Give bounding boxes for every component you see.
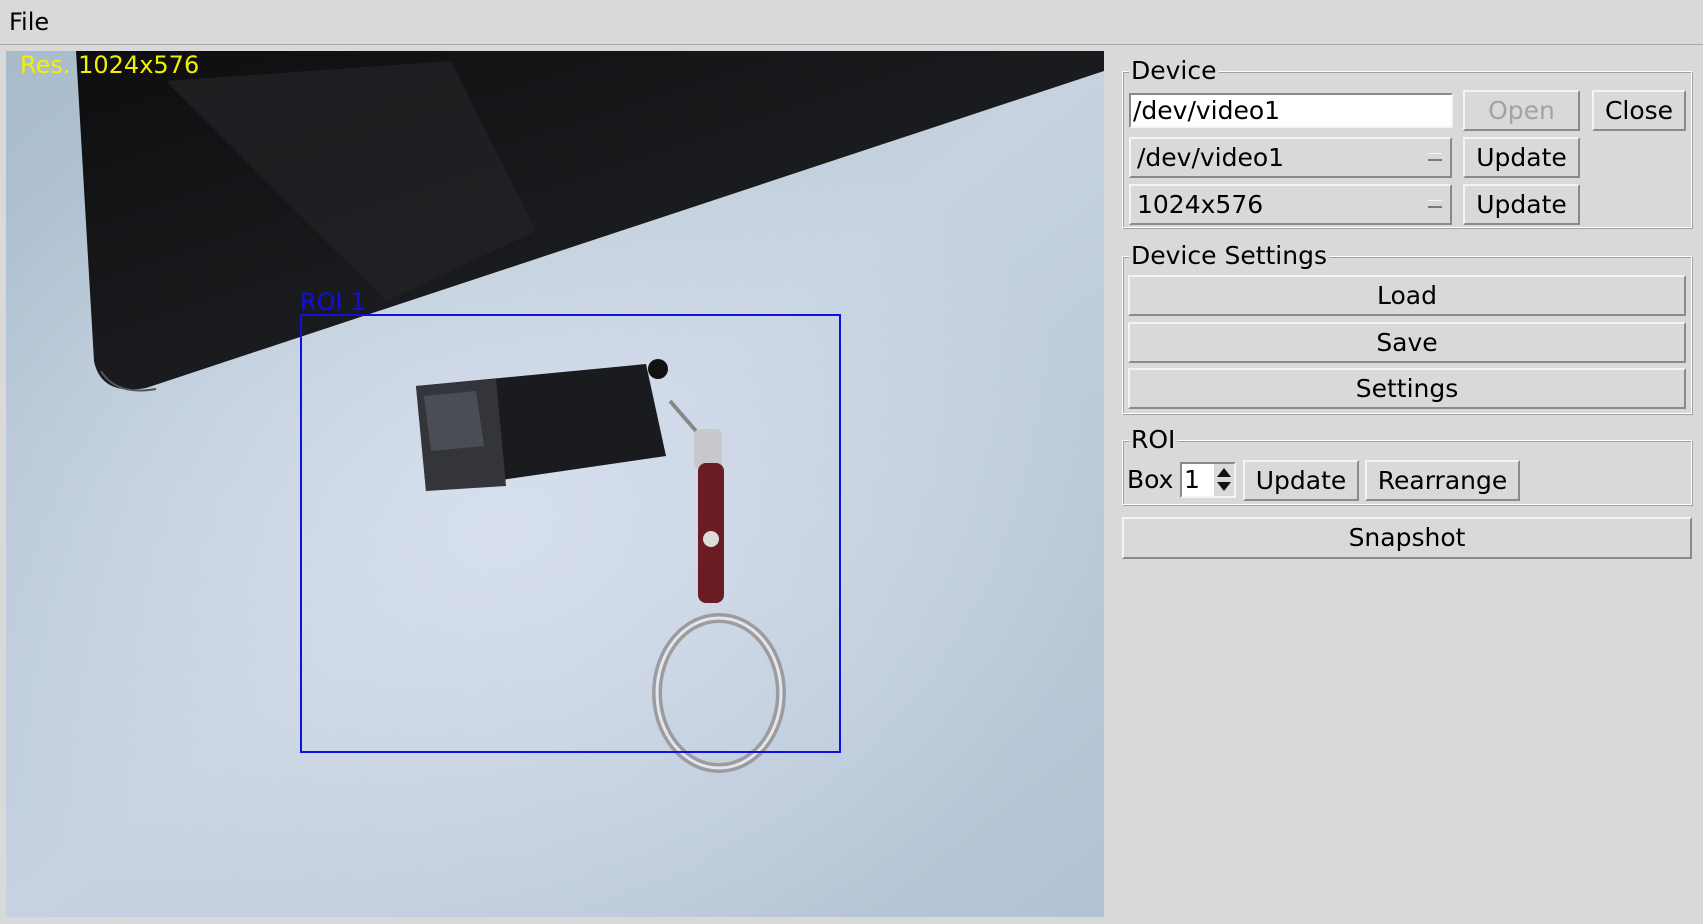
box-spinbox[interactable]: 1 — [1180, 462, 1236, 498]
resolution-select[interactable]: 1024x576 — [1129, 184, 1452, 225]
device-select[interactable]: /dev/video1 — [1129, 137, 1452, 178]
save-button[interactable]: Save — [1128, 322, 1686, 363]
device-group-title: Device — [1129, 56, 1219, 86]
menu-bar: File — [0, 0, 1703, 45]
resolution-update-button[interactable]: Update — [1463, 184, 1580, 225]
open-button[interactable]: Open — [1463, 90, 1580, 131]
close-button[interactable]: Close — [1592, 90, 1686, 131]
device-path-input[interactable]: /dev/video1 — [1129, 93, 1453, 128]
settings-button[interactable]: Settings — [1128, 368, 1686, 409]
resolution-select-value: 1024x576 — [1137, 190, 1264, 219]
camera-preview[interactable]: Res. 1024x576 ROI 1 — [6, 51, 1104, 917]
spin-down-icon[interactable] — [1217, 482, 1231, 491]
load-button[interactable]: Load — [1128, 275, 1686, 316]
spin-buttons[interactable] — [1214, 464, 1234, 496]
spin-up-icon[interactable] — [1217, 468, 1231, 477]
roi-box[interactable] — [300, 314, 841, 753]
menu-file[interactable]: File — [0, 0, 58, 44]
dropdown-icon — [1428, 200, 1442, 208]
dropdown-icon — [1428, 153, 1442, 161]
roi-label: ROI 1 — [300, 288, 366, 316]
snapshot-button[interactable]: Snapshot — [1122, 517, 1692, 559]
roi-group-title: ROI — [1129, 425, 1178, 455]
roi-update-button[interactable]: Update — [1243, 460, 1359, 501]
rearrange-button[interactable]: Rearrange — [1365, 460, 1520, 501]
box-spinbox-value: 1 — [1184, 465, 1200, 494]
device-settings-title: Device Settings — [1129, 241, 1329, 271]
device-update-button[interactable]: Update — [1463, 137, 1580, 178]
box-label: Box — [1127, 465, 1174, 494]
resolution-overlay: Res. 1024x576 — [20, 51, 200, 79]
device-select-value: /dev/video1 — [1137, 143, 1285, 172]
